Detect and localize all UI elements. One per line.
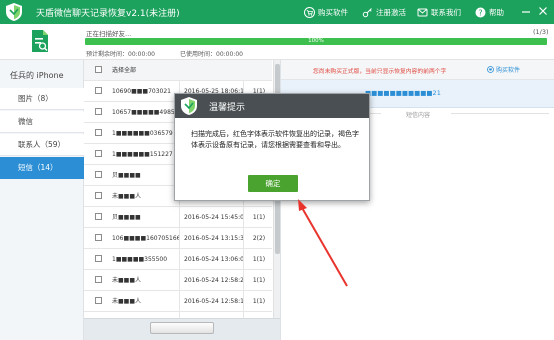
row-message-count: 1(1) bbox=[252, 256, 266, 263]
tip-dialog: 温馨提示 扫描完成后，红色字体表示软件恢复出的记录，褐色字体表示设备原有记录，请… bbox=[174, 93, 370, 201]
sidebar-item-wechat[interactable]: 微信 bbox=[0, 111, 84, 133]
contact-us-label: 联系我们 bbox=[431, 7, 461, 17]
minimize-button[interactable] bbox=[520, 5, 532, 17]
row-checkbox[interactable] bbox=[95, 129, 102, 136]
trial-notice-text: 您尚未购买正式版，当前只显示恢复内容的前两个字 bbox=[313, 69, 447, 75]
buy-software-link[interactable]: 购买软件 bbox=[487, 65, 520, 74]
elapsed-time: 已使用时间：00:00:00 bbox=[180, 51, 243, 58]
row-checkbox[interactable] bbox=[95, 276, 102, 283]
row-contact-name: 10657■■■■■498511 bbox=[112, 102, 180, 123]
footer-button[interactable] bbox=[150, 322, 214, 334]
row-checkbox[interactable] bbox=[95, 297, 102, 304]
register-activate-button[interactable]: 注册激活 bbox=[362, 5, 406, 19]
row-contact-name: 贝■■■■ bbox=[112, 207, 180, 228]
estimated-remaining-time: 预计剩余时间：00:00:00 bbox=[86, 51, 155, 58]
row-contact-name: 贝■■■■ bbox=[112, 165, 180, 186]
sidebar: 任兵的 iPhone 图片（8） 微信 联系人（59） 短信（14） bbox=[0, 60, 84, 340]
sidebar-item-photos[interactable]: 图片（8） bbox=[0, 88, 84, 110]
row-message-count: 1(1) bbox=[252, 298, 266, 305]
row-contact-name: 1■■■■■355500 bbox=[112, 249, 180, 270]
table-row[interactable]: 未■■■人 2016-05-24 12:58:21 1(1) bbox=[84, 270, 272, 291]
selected-contact-number: ■■■■■■■■■■■21 bbox=[365, 89, 441, 97]
table-row[interactable]: 106■■■■160705166 2016-05-24 13:15:34 2(2) bbox=[84, 228, 272, 249]
row-message-count: 1(1) bbox=[252, 214, 266, 221]
row-checkbox[interactable] bbox=[95, 234, 102, 241]
row-message-count: 1(1) bbox=[252, 277, 266, 284]
table-row[interactable]: 贝■■■■ 2016-05-24 15:45:03 1(1) bbox=[84, 207, 272, 228]
table-footer bbox=[84, 318, 280, 340]
row-contact-name: 未■■■人 bbox=[112, 270, 180, 291]
shield-logo-icon bbox=[6, 3, 22, 21]
table-header-row: 选择全部 bbox=[84, 60, 272, 81]
confirm-button[interactable]: 确定 bbox=[248, 175, 298, 192]
scan-progress-percent: 100% bbox=[308, 38, 324, 44]
row-timestamp: 2016-05-24 15:45:03 bbox=[182, 207, 244, 228]
row-timestamp: 2016-05-24 12:58:21 bbox=[182, 270, 244, 291]
register-activate-label: 注册激活 bbox=[376, 7, 406, 17]
scan-status-text: 正在扫描好友... bbox=[86, 30, 132, 38]
cart-icon bbox=[487, 66, 494, 73]
cart-icon bbox=[304, 6, 315, 18]
row-timestamp: 2016-05-24 12:58:19 bbox=[182, 291, 244, 312]
row-checkbox[interactable] bbox=[95, 213, 102, 220]
key-icon bbox=[362, 7, 372, 17]
table-row[interactable]: 1■■■■■355500 2016-05-24 13:06:05 1(1) bbox=[84, 249, 272, 270]
scan-step-count: (1/3) bbox=[533, 28, 549, 36]
contact-icon bbox=[417, 8, 428, 16]
dialog-title: 温馨提示 bbox=[209, 103, 246, 113]
buy-software-button[interactable]: 购买软件 bbox=[304, 5, 348, 19]
sidebar-item-sms[interactable]: 短信（14） bbox=[0, 157, 84, 179]
buy-software-link-label: 购买软件 bbox=[496, 67, 521, 74]
title-bar: 天盾微信聊天记录恢复v2.1(未注册) 购买软件 注册激活 联系我们 ? 帮助 bbox=[0, 0, 554, 24]
row-contact-name: 1■■■■■■151227 bbox=[112, 144, 180, 165]
close-icon bbox=[539, 7, 547, 15]
table-row[interactable]: 未■■■人 2016-05-24 12:58:19 1(1) bbox=[84, 291, 272, 312]
select-all-label[interactable]: 选择全部 bbox=[112, 60, 180, 81]
device-name: 任兵的 iPhone bbox=[10, 71, 64, 80]
dialog-message: 扫描完成后，红色字体表示软件恢复出的记录，褐色字体表示设备原有记录，请您根据需要… bbox=[191, 130, 359, 149]
help-icon: ? bbox=[475, 7, 486, 17]
scan-progress-bar: 100% bbox=[85, 38, 547, 45]
app-title: 天盾微信聊天记录恢复v2.1(未注册) bbox=[36, 9, 180, 19]
dialog-header: 温馨提示 bbox=[175, 94, 369, 118]
trial-notice-bar: 您尚未购买正式版，当前只显示恢复内容的前两个字 购买软件 bbox=[281, 60, 554, 80]
contact-us-button[interactable]: 联系我们 bbox=[417, 5, 461, 19]
buy-software-label: 购买软件 bbox=[318, 7, 348, 17]
row-checkbox[interactable] bbox=[95, 108, 102, 115]
divider bbox=[451, 113, 549, 114]
row-contact-name: 1■■■■■■036579 bbox=[112, 123, 180, 144]
row-checkbox[interactable] bbox=[95, 150, 102, 157]
minimize-icon bbox=[522, 11, 530, 13]
row-timestamp: 2016-05-24 13:06:05 bbox=[182, 249, 244, 270]
shield-logo-icon bbox=[181, 97, 197, 115]
row-checkbox[interactable] bbox=[95, 255, 102, 262]
row-checkbox[interactable] bbox=[95, 192, 102, 199]
scan-progress-panel: 正在扫描好友... (1/3) 100% 预计剩余时间：00:00:00 已使用… bbox=[0, 24, 554, 60]
row-contact-name: 10690■■■703021 bbox=[112, 81, 180, 102]
row-contact-name: 未■■■人 bbox=[112, 291, 180, 312]
row-message-count: 2(2) bbox=[252, 235, 266, 242]
select-all-checkbox[interactable] bbox=[95, 66, 102, 73]
help-label: 帮助 bbox=[489, 7, 504, 17]
help-button[interactable]: ? 帮助 bbox=[475, 5, 504, 19]
row-contact-name: 未■■■人 bbox=[112, 186, 180, 207]
close-button[interactable] bbox=[537, 5, 549, 17]
sms-document-icon bbox=[32, 30, 48, 52]
row-checkbox[interactable] bbox=[95, 87, 102, 94]
sidebar-item-contacts[interactable]: 联系人（59） bbox=[0, 134, 84, 156]
svg-text:?: ? bbox=[478, 8, 482, 17]
row-checkbox[interactable] bbox=[95, 171, 102, 178]
row-contact-name: 106■■■■160705166 bbox=[112, 228, 180, 249]
row-timestamp: 2016-05-24 13:15:34 bbox=[182, 228, 244, 249]
